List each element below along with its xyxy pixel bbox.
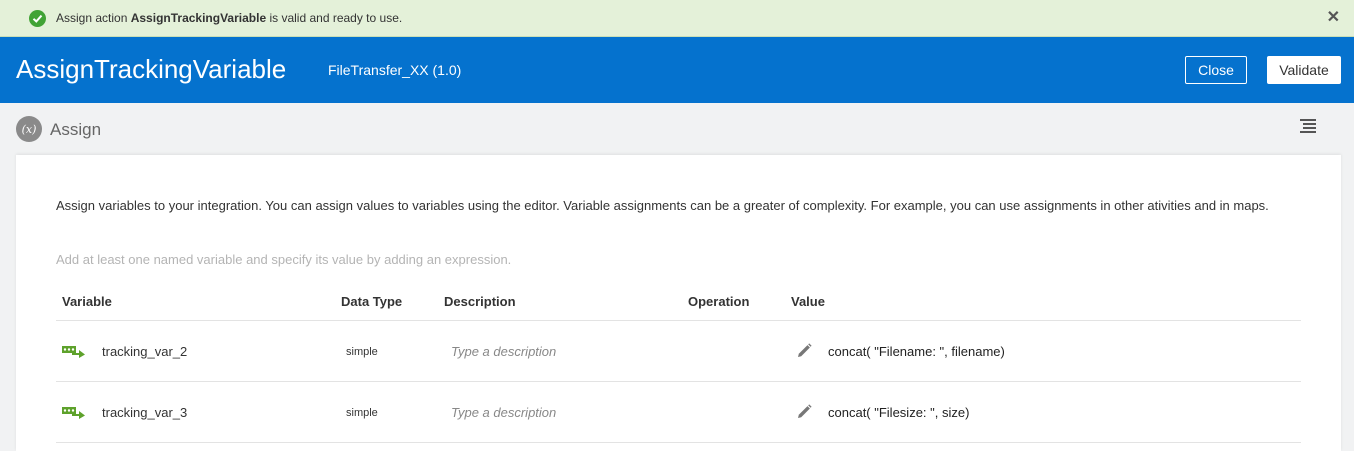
integration-name: FileTransfer_XX (1.0): [328, 62, 462, 78]
column-header-operation: Operation: [688, 294, 750, 309]
variable-name[interactable]: tracking_var_2: [102, 344, 187, 359]
panel-hint: Add at least one named variable and spec…: [56, 252, 512, 267]
list-menu-icon[interactable]: [1299, 118, 1317, 134]
variable-name[interactable]: tracking_var_3: [102, 405, 187, 420]
section-title: Assign: [50, 120, 102, 139]
description-input[interactable]: Type a description: [451, 405, 556, 420]
banner-message-prefix: Assign action: [56, 11, 131, 25]
close-banner-icon[interactable]: ✕: [1327, 8, 1340, 28]
row-divider: [56, 381, 1301, 382]
panel-description: Assign variables to your integration. Yo…: [56, 198, 1269, 213]
header-divider: [56, 320, 1301, 321]
column-header-value: Value: [791, 294, 825, 309]
description-input[interactable]: Type a description: [451, 344, 556, 359]
success-check-icon: [29, 10, 46, 27]
assign-panel: Assign variables to your integration. Yo…: [16, 155, 1341, 451]
data-type: simple: [346, 407, 378, 419]
banner-action-name: AssignTrackingVariable: [130, 11, 267, 25]
value-expression[interactable]: concat( "Filename: ", filename): [828, 344, 1005, 359]
value-expression[interactable]: concat( "Filesize: ", size): [828, 405, 969, 420]
edit-pencil-icon[interactable]: [795, 403, 813, 421]
column-header-description: Description: [444, 294, 516, 309]
page-title: AssignTrackingVariable: [16, 54, 287, 84]
column-header-variable: Variable: [62, 294, 112, 309]
banner-message-suffix: is valid and ready to use.: [266, 11, 403, 25]
validate-button[interactable]: Validate: [1267, 56, 1341, 84]
column-header-data-type: Data Type: [341, 294, 403, 309]
assign-section-header: (x) Assign: [0, 103, 1354, 155]
title-bar: AssignTrackingVariable FileTransfer_XX (…: [0, 37, 1354, 103]
close-button[interactable]: Close: [1185, 56, 1247, 84]
notification-banner: Assign action AssignTrackingVariable is …: [0, 0, 1354, 37]
tracking-variable-icon: [62, 344, 86, 358]
tracking-variable-icon: [62, 405, 86, 419]
variable-icon: (x): [16, 116, 42, 142]
banner-message: Assign action AssignTrackingVariable is …: [56, 11, 402, 25]
edit-pencil-icon[interactable]: [795, 342, 813, 360]
row-divider: [56, 442, 1301, 443]
data-type: simple: [346, 346, 378, 358]
